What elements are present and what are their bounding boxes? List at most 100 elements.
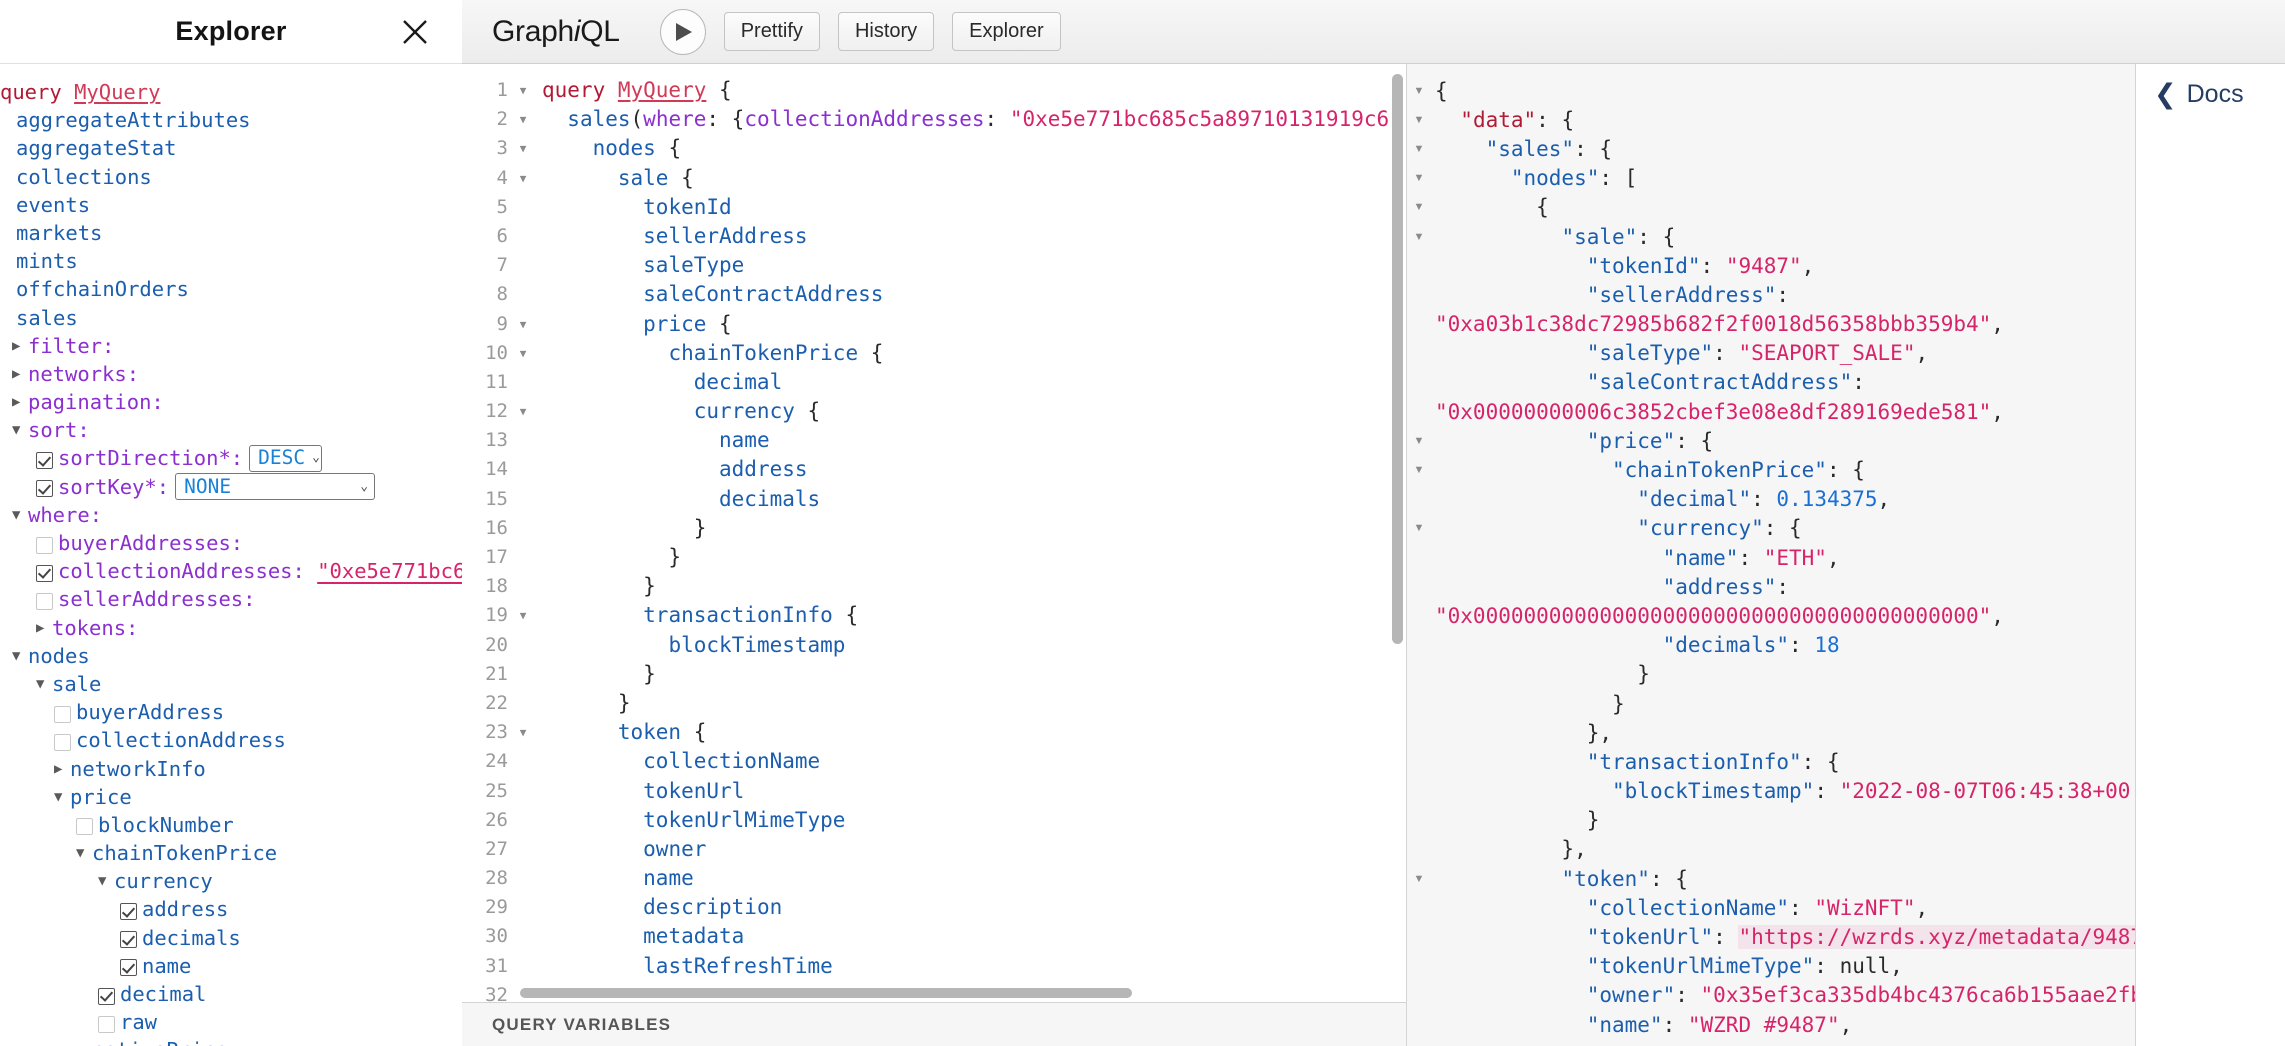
collection-address-value[interactable]: "0xe5e771bc685 [317,557,462,585]
fold-toggle-icon[interactable]: ▼ [1407,201,1431,213]
editor-line[interactable]: 17 } [462,543,1406,572]
editor-horizontal-scrollbar[interactable] [520,988,1132,998]
fold-toggle-icon[interactable]: ▼ [514,164,532,193]
editor-line[interactable]: 4 ▼ sale { [462,164,1406,193]
explorer-root-field[interactable]: ▶collections [0,163,462,191]
execute-query-button[interactable] [659,8,706,55]
chevron-down-icon[interactable]: ▼ [12,508,28,522]
chevron-right-icon[interactable]: ▶ [12,339,28,353]
explorer-sale-field-row[interactable]: ▶ networkInfo [0,755,462,783]
history-button[interactable]: History [837,12,935,51]
fold-toggle-icon[interactable]: ▼ [514,601,532,630]
explorer-nodes-row[interactable]: ▼ nodes [0,642,462,670]
explorer-sale-field-row[interactable]: ▶nativePrice [0,1036,462,1046]
checkbox-icon[interactable] [36,536,53,554]
fold-toggle-icon[interactable]: ▼ [514,134,532,163]
explorer-where-field-row[interactable]: sellerAddresses: [0,585,462,613]
fold-toggle-icon[interactable]: ▼ [1407,172,1431,184]
explorer-root-field[interactable]: ▶sales [0,304,462,332]
editor-line[interactable]: 31 lastRefreshTime [462,952,1406,981]
fold-toggle-icon[interactable]: ▼ [1407,114,1431,126]
explorer-where-field-row[interactable]: collectionAddresses: "0xe5e771bc685 [0,557,462,585]
explorer-arg-row[interactable]: ▶ pagination: [0,388,462,416]
fold-toggle-icon[interactable]: ▼ [1407,85,1431,97]
editor-line[interactable]: 13 name [462,426,1406,455]
checkbox-icon[interactable] [76,818,93,836]
explorer-root-field[interactable]: ▶mints [0,247,462,275]
explorer-operation-name[interactable]: MyQuery [74,78,160,106]
close-icon[interactable] [398,15,432,49]
explorer-sale-field-row[interactable]: ▼ price [0,783,462,811]
checkbox-icon[interactable] [36,592,53,610]
explorer-sale-field-row[interactable]: collectionAddress [0,726,462,754]
explorer-sale-field-row[interactable]: decimals [0,924,462,952]
editor-line[interactable]: 5 tokenId [462,193,1406,222]
editor-line[interactable]: 14 address [462,455,1406,484]
fold-toggle-icon[interactable]: ▼ [514,339,532,368]
explorer-where-row[interactable]: ▼ where: [0,501,462,529]
editor-line[interactable]: 2 ▼ sales(where: {collectionAddresses: "0… [462,105,1406,134]
chevron-down-icon[interactable]: ▼ [12,649,28,663]
fold-toggle-icon[interactable]: ▼ [1407,464,1431,476]
checkbox-icon[interactable] [54,733,71,751]
fold-toggle-icon[interactable]: ▼ [1407,143,1431,155]
fold-toggle-icon[interactable]: ▼ [1407,435,1431,447]
editor-line[interactable]: 1 ▼ query MyQuery { [462,76,1406,105]
editor-line[interactable]: 9 ▼ price { [462,310,1406,339]
explorer-arg-row[interactable]: ▶ filter: [0,332,462,360]
explorer-sale-field-row[interactable]: raw [0,1008,462,1036]
prettify-button[interactable]: Prettify [723,12,820,51]
editor-line[interactable]: 20 blockTimestamp [462,631,1406,660]
editor-line[interactable]: 3 ▼ nodes { [462,134,1406,163]
explorer-where-field-row[interactable]: buyerAddresses: [0,529,462,557]
fold-toggle-icon[interactable]: ▼ [514,76,532,105]
checkbox-icon[interactable] [98,1015,115,1033]
explorer-arg-row[interactable]: ▼ sort: [0,416,462,444]
editor-line[interactable]: 28 name [462,864,1406,893]
explorer-arg-row[interactable]: ▶ networks: [0,360,462,388]
fold-toggle-icon[interactable]: ▼ [514,397,532,426]
explorer-toggle-button[interactable]: Explorer [952,12,1061,51]
editor-line[interactable]: 10 ▼ chainTokenPrice { [462,339,1406,368]
editor-line[interactable]: 16 } [462,514,1406,543]
fold-toggle-icon[interactable]: ▼ [514,718,532,747]
editor-vertical-scrollbar[interactable] [1392,74,1403,644]
chevron-down-icon[interactable]: ▼ [12,423,28,437]
editor-line[interactable]: 25 tokenUrl [462,777,1406,806]
explorer-sale-field-row[interactable]: ▼ currency [0,867,462,895]
chevron-down-icon[interactable]: ▼ [54,790,70,804]
chevron-right-icon[interactable]: ▶ [12,367,28,381]
editor-line[interactable]: 11 decimal [462,368,1406,397]
chevron-right-icon[interactable]: ▶ [54,762,70,776]
explorer-sale-row[interactable]: ▼ sale [0,670,462,698]
fold-toggle-icon[interactable]: ▼ [1407,231,1431,243]
checkbox-icon[interactable] [36,452,53,470]
query-editor-scroll[interactable]: 1 ▼ query MyQuery {2 ▼ sales(where: {collec… [462,64,1406,1002]
explorer-operation-row[interactable]: query MyQuery [0,78,462,106]
checkbox-icon[interactable] [36,480,53,498]
explorer-sale-field-row[interactable]: name [0,952,462,980]
explorer-root-field[interactable]: ▶markets [0,219,462,247]
docs-button[interactable]: ❮ Docs [2154,80,2244,109]
fold-toggle-icon[interactable]: ▼ [514,105,532,134]
explorer-root-field[interactable]: ▶events [0,191,462,219]
editor-line[interactable]: 21 } [462,660,1406,689]
checkbox-icon[interactable] [120,959,137,977]
explorer-sale-field-row[interactable]: blockNumber [0,811,462,839]
editor-line[interactable]: 6 sellerAddress [462,222,1406,251]
checkbox-icon[interactable] [120,931,137,949]
explorer-where-field-row[interactable]: ▶ tokens: [0,614,462,642]
chevron-down-icon[interactable]: ▼ [76,846,92,860]
editor-line[interactable]: 24 collectionName [462,747,1406,776]
editor-line[interactable]: 29 description [462,893,1406,922]
editor-line[interactable]: 30 metadata [462,922,1406,951]
checkbox-icon[interactable] [98,987,115,1005]
editor-line[interactable]: 12 ▼ currency { [462,397,1406,426]
chevron-down-icon[interactable]: ▼ [98,874,114,888]
checkbox-icon[interactable] [120,903,137,921]
checkbox-icon[interactable] [54,705,71,723]
explorer-root-field[interactable]: ▶aggregateStat [0,134,462,162]
explorer-sale-field-row[interactable]: address [0,895,462,923]
sort-key-select[interactable]: NONE ⌄ [175,473,376,501]
explorer-root-field[interactable]: ▶offchainOrders [0,275,462,303]
